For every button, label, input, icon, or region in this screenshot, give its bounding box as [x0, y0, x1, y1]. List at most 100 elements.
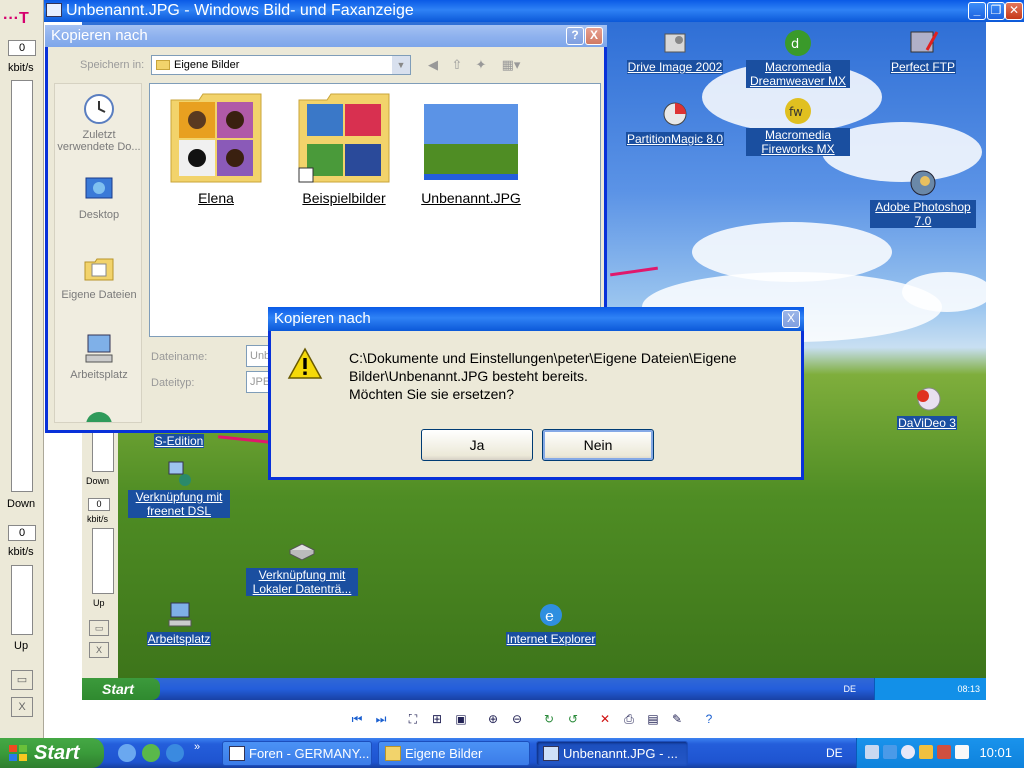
- file-item-unbenannt-jpg[interactable]: Unbenannt.JPG: [412, 92, 530, 206]
- msn-tray-icon[interactable]: [883, 745, 897, 759]
- save-dialog-titlebar[interactable]: Kopieren nach ? X: [45, 25, 607, 47]
- view-menu-icon[interactable]: ▦▾: [497, 55, 525, 75]
- confirm-dialog-close-button[interactable]: X: [782, 310, 800, 328]
- place-my-computer[interactable]: Arbeitsplatz: [55, 332, 143, 381]
- strip-window-button[interactable]: ▭: [11, 670, 33, 690]
- folder-icon: [156, 60, 170, 70]
- strip-close-button[interactable]: X: [11, 697, 33, 717]
- my-computer-icon: [168, 602, 192, 627]
- edit-icon[interactable]: ✎: [668, 710, 686, 728]
- save-dialog-close-button[interactable]: X: [585, 27, 603, 45]
- maximize-button[interactable]: ❐: [987, 2, 1005, 20]
- security-tray-icon[interactable]: [919, 745, 933, 759]
- desktop-icon-photoshop[interactable]: Adobe Photoshop 7.0: [870, 168, 976, 228]
- fireworks-icon: fw: [785, 98, 811, 124]
- file-list-view[interactable]: Elena Beispielbilder Unbenannt.JPG: [149, 83, 601, 337]
- print-icon[interactable]: ⎙: [620, 710, 638, 728]
- zoom-in-icon[interactable]: ⊕: [484, 710, 502, 728]
- recent-documents-icon: [84, 94, 114, 124]
- network-tray-icon[interactable]: [865, 745, 879, 759]
- delete-icon[interactable]: ✕: [596, 710, 614, 728]
- confirm-message: C:\Dokumente und Einstellungen\peter\Eig…: [349, 349, 799, 403]
- copy-to-icon[interactable]: ▤: [644, 710, 662, 728]
- language-indicator[interactable]: DE: [826, 738, 843, 768]
- network-connection-icon: [168, 461, 191, 486]
- place-desktop[interactable]: Desktop: [55, 172, 143, 221]
- start-button[interactable]: Start: [0, 738, 104, 768]
- svg-text:e: e: [545, 607, 554, 625]
- desktop-icon-arbeitsplatz[interactable]: Arbeitsplatz: [138, 600, 220, 646]
- drive-image-icon: [664, 33, 686, 53]
- warning-icon: [287, 347, 323, 379]
- desktop-icon-perfect-ftp[interactable]: Perfect FTP: [882, 28, 964, 74]
- back-icon[interactable]: ◀: [423, 55, 443, 75]
- inner-taskbar: Start DE 08:13: [82, 678, 986, 700]
- dreamweaver-icon: d: [785, 30, 811, 56]
- rotate-clockwise-icon[interactable]: ↻: [540, 710, 558, 728]
- confirm-overwrite-dialog: Kopieren nach X C:\Dokumente und Einstel…: [268, 307, 804, 480]
- quicklaunch-media-icon[interactable]: [142, 744, 160, 762]
- place-my-documents[interactable]: Eigene Dateien: [55, 252, 143, 301]
- help-icon[interactable]: ?: [700, 710, 718, 728]
- place-recent[interactable]: Zuletzt verwendete Do...: [55, 92, 143, 153]
- windows-logo-icon: [9, 745, 27, 761]
- inner-up-meter: [92, 528, 114, 594]
- cloud: [902, 272, 986, 312]
- file-item-beispielbilder[interactable]: Beispielbilder: [292, 92, 396, 206]
- desktop-icon-fireworks[interactable]: fw Macromedia Fireworks MX: [746, 96, 850, 156]
- desktop-icon-freenet-dsl[interactable]: Verknüpfung mit freenet DSL: [128, 458, 230, 518]
- desktop-icon-partitionmagic[interactable]: PartitionMagic 8.0: [620, 100, 730, 146]
- save-dialog-title: Kopieren nach: [51, 27, 148, 44]
- minimize-button[interactable]: _: [968, 2, 986, 20]
- task-button-foren[interactable]: Foren - GERMANY...: [222, 741, 372, 766]
- image-thumbnail-icon: [424, 92, 518, 184]
- confirm-dialog-titlebar[interactable]: Kopieren nach X: [268, 307, 804, 331]
- slideshow-icon[interactable]: ▣: [452, 710, 470, 728]
- desktop-icon-lokaler-datentraeger[interactable]: Verknüpfung mit Lokaler Datenträ...: [246, 536, 358, 596]
- internet-explorer-icon: e: [540, 604, 562, 626]
- browser-window-icon: [229, 746, 245, 761]
- up-folder-icon[interactable]: ⇧: [447, 55, 467, 75]
- desktop-icon-davideo[interactable]: DaViDeo 3: [888, 384, 966, 430]
- place-network[interactable]: [55, 408, 143, 422]
- desktop-icon: [85, 177, 113, 199]
- yes-button[interactable]: Ja: [421, 429, 533, 461]
- confirm-dialog-title: Kopieren nach: [274, 310, 371, 327]
- save-dialog-help-button[interactable]: ?: [566, 27, 584, 45]
- folder-icon: [385, 746, 401, 761]
- next-image-icon[interactable]: ⏭: [372, 710, 390, 728]
- desktop-icon-dreamweaver[interactable]: d Macromedia Dreamweaver MX: [746, 28, 850, 88]
- quicklaunch-more-icon[interactable]: »: [194, 741, 200, 753]
- down-rate-unit: kbit/s: [8, 62, 34, 74]
- quicklaunch-globe-icon[interactable]: [166, 744, 184, 762]
- svg-text:d: d: [791, 37, 799, 52]
- start-label: Start: [34, 742, 80, 764]
- rotate-counterclockwise-icon[interactable]: ↺: [564, 710, 582, 728]
- clock[interactable]: 10:01: [979, 738, 1012, 768]
- previous-image-icon[interactable]: ⏮: [348, 710, 366, 728]
- inner-bandwidth-strip: Down 0 kbit/s Up ▭ X: [82, 422, 118, 678]
- desktop-icon-internet-explorer[interactable]: e Internet Explorer: [496, 600, 606, 646]
- dsl-tray-icon[interactable]: [955, 745, 969, 759]
- task-button-unbenannt[interactable]: Unbenannt.JPG - ...: [536, 741, 688, 766]
- desktop-icon-s-edition[interactable]: S-Edition: [142, 434, 216, 448]
- help-tray-icon[interactable]: [901, 745, 915, 759]
- viewer-titlebar[interactable]: Unbenannt.JPG - Windows Bild- und Faxanz…: [0, 0, 1024, 22]
- filetype-label: Dateityp:: [151, 377, 195, 389]
- antivirus-tray-icon[interactable]: [937, 745, 951, 759]
- task-button-eigene-bilder[interactable]: Eigene Bilder: [378, 741, 530, 766]
- desktop-icon-drive-image[interactable]: Drive Image 2002: [620, 28, 730, 74]
- close-button[interactable]: ✕: [1005, 2, 1023, 20]
- chevron-down-icon[interactable]: ▼: [392, 56, 410, 74]
- zoom-out-icon[interactable]: ⊖: [508, 710, 526, 728]
- save-in-dropdown[interactable]: Eigene Bilder ▼: [151, 55, 411, 75]
- actual-size-icon[interactable]: ⊞: [428, 710, 446, 728]
- file-item-elena[interactable]: Elena: [164, 92, 268, 206]
- viewer-app-icon: [46, 3, 62, 17]
- t-mobile-logo-icon: ···T: [3, 10, 29, 27]
- quicklaunch-ie-icon[interactable]: [118, 744, 136, 762]
- up-rate-unit: kbit/s: [8, 546, 34, 558]
- no-button[interactable]: Nein: [542, 429, 654, 461]
- new-folder-icon[interactable]: ✦: [471, 55, 491, 75]
- best-fit-icon[interactable]: ⛶: [404, 710, 422, 728]
